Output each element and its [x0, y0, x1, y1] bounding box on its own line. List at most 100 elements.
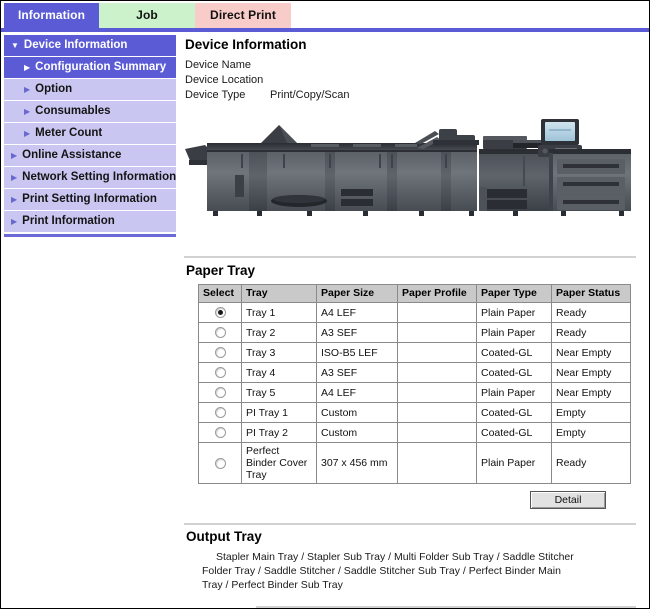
cell-paper-profile	[397, 422, 477, 443]
sidebar-item-option[interactable]: ▶ Option	[4, 79, 176, 100]
field-device-location: Device Location	[185, 73, 641, 88]
detail-button[interactable]: Detail	[530, 491, 606, 509]
field-device-name: Device Name	[185, 58, 641, 73]
cell-paper-profile	[397, 322, 477, 343]
column-header-paper-profile: Paper Profile	[397, 284, 477, 303]
sidebar-item-label: Print Setting Information	[22, 193, 157, 205]
triangle-right-icon: ▶	[11, 195, 18, 204]
triangle-right-icon: ▶	[24, 129, 31, 138]
column-header-paper-size: Paper Size	[316, 284, 398, 303]
tray-select-radio[interactable]	[214, 427, 226, 439]
tray-select-radio[interactable]	[214, 307, 226, 319]
tray-select-radio[interactable]	[214, 367, 226, 379]
cell-paper-type: Coated-GL	[476, 402, 552, 423]
section-divider-top	[184, 256, 636, 258]
cell-tray: PI Tray 2	[241, 422, 317, 443]
sidebar-item-configuration-summary[interactable]: ▶ Configuration Summary	[4, 57, 176, 78]
column-header-select: Select	[198, 284, 242, 303]
cell-tray: Perfect Binder Cover Tray	[241, 442, 317, 484]
table-row: PI Tray 1 Custom Coated-GL Empty	[198, 402, 631, 423]
paper-tray-table: Select Tray Paper Size Paper Profile Pap…	[198, 284, 631, 484]
tray-select-radio[interactable]	[214, 457, 226, 469]
tab-direct-print[interactable]: Direct Print	[195, 3, 291, 28]
field-value: Print/Copy/Scan	[270, 89, 350, 101]
sidebar-item-consumables[interactable]: ▶ Consumables	[4, 101, 176, 122]
sidebar-item-online-assistance[interactable]: ▶ Online Assistance	[4, 145, 176, 166]
tray-select-radio[interactable]	[214, 347, 226, 359]
field-label: Device Type	[185, 89, 246, 101]
cell-paper-profile	[397, 302, 477, 323]
cell-paper-profile	[397, 382, 477, 403]
cell-paper-type: Plain Paper	[476, 442, 552, 484]
sidebar-item-label: Device Information	[23, 39, 128, 51]
cell-paper-status: Empty	[551, 402, 631, 423]
column-header-tray: Tray	[241, 284, 317, 303]
cell-paper-size: Custom	[316, 402, 398, 423]
table-row: Tray 3 ISO-B5 LEF Coated-GL Near Empty	[198, 342, 631, 363]
sidebar-navigation: ▼ Device Information ▶ Configuration Summa…	[4, 35, 176, 233]
triangle-right-icon: ▶	[11, 173, 18, 182]
table-row: Tray 1 A4 LEF Plain Paper Ready	[198, 302, 631, 323]
table-row: Tray 2 A3 SEF Plain Paper Ready	[198, 322, 631, 343]
cell-tray: Tray 1	[241, 302, 317, 323]
sidebar-item-label: Print Information	[22, 215, 115, 227]
cell-paper-size: A3 SEF	[316, 322, 398, 343]
cell-tray: PI Tray 1	[241, 402, 317, 423]
cell-paper-profile	[397, 362, 477, 383]
cell-tray: Tray 3	[241, 342, 317, 363]
tab-job[interactable]: Job	[99, 3, 195, 28]
device-information-section: Device Information Device Name Device Lo…	[183, 37, 641, 219]
table-row: Tray 5 A4 LEF Plain Paper Near Empty	[198, 382, 631, 403]
cell-paper-status: Ready	[551, 442, 631, 484]
sidebar-item-label: Option	[35, 83, 73, 95]
page-title: Device Information	[185, 37, 307, 52]
cell-paper-size: A4 LEF	[316, 382, 398, 403]
triangle-down-icon: ▼	[11, 41, 19, 50]
triangle-right-icon: ▶	[24, 85, 31, 94]
triangle-right-icon: ▶	[11, 151, 18, 160]
column-header-paper-type: Paper Type	[476, 284, 552, 303]
table-row: Perfect Binder Cover Tray 307 x 456 mm P…	[198, 442, 631, 484]
tab-bar: Information Job Direct Print	[1, 1, 649, 29]
triangle-right-icon: ▶	[24, 63, 31, 72]
cell-paper-type: Plain Paper	[476, 382, 552, 403]
sidebar-item-meter-count[interactable]: ▶ Meter Count	[4, 123, 176, 144]
cell-paper-type: Coated-GL	[476, 362, 552, 383]
sidebar-item-label: Configuration Summary	[35, 61, 167, 73]
sidebar-bottom-rule	[4, 234, 176, 237]
cell-tray: Tray 4	[241, 362, 317, 383]
cell-paper-profile	[397, 342, 477, 363]
cell-paper-size: A3 SEF	[316, 362, 398, 383]
printer-svg	[185, 119, 631, 216]
sidebar-item-label: Network Setting Information	[22, 171, 177, 183]
cell-paper-size: Custom	[316, 422, 398, 443]
sidebar-item-print-information[interactable]: ▶ Print Information	[4, 211, 176, 232]
tray-select-radio[interactable]	[214, 327, 226, 339]
sidebar-item-label: Meter Count	[35, 127, 103, 139]
triangle-right-icon: ▶	[11, 217, 18, 226]
cell-paper-status: Empty	[551, 422, 631, 443]
field-label: Device Name	[185, 59, 252, 71]
tray-select-radio[interactable]	[214, 387, 226, 399]
sidebar-item-network-setting-information[interactable]: ▶ Network Setting Information	[4, 167, 176, 188]
cell-paper-size: 307 x 456 mm	[316, 442, 398, 484]
sidebar-item-device-information[interactable]: ▼ Device Information	[4, 35, 176, 56]
tab-information[interactable]: Information	[4, 3, 99, 28]
cell-paper-profile	[397, 402, 477, 423]
section-divider-middle	[184, 523, 636, 525]
cell-paper-size: A4 LEF	[316, 302, 398, 323]
field-label: Device Location	[185, 74, 264, 86]
sidebar-item-label: Online Assistance	[22, 149, 122, 161]
cell-paper-status: Ready	[551, 322, 631, 343]
tray-select-radio[interactable]	[214, 407, 226, 419]
output-tray-heading: Output Tray	[186, 529, 262, 544]
cell-paper-size: ISO-B5 LEF	[316, 342, 398, 363]
sidebar-item-print-setting-information[interactable]: ▶ Print Setting Information	[4, 189, 176, 210]
cell-paper-status: Ready	[551, 302, 631, 323]
paper-tray-section: Paper Tray Select Tray Paper Size Paper …	[184, 263, 639, 509]
triangle-right-icon: ▶	[24, 107, 31, 116]
cell-paper-type: Coated-GL	[476, 422, 552, 443]
cell-paper-type: Plain Paper	[476, 302, 552, 323]
cell-paper-profile	[397, 442, 477, 484]
cell-paper-status: Near Empty	[551, 342, 631, 363]
